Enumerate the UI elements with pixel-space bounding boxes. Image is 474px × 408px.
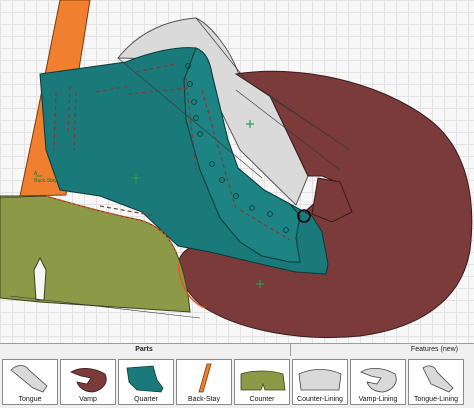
part-quarter[interactable]: Quarter xyxy=(118,359,174,405)
tongue-thumbnail-icon xyxy=(10,365,48,393)
part-vamp-lining[interactable]: Vamp-Lining xyxy=(350,359,406,405)
part-label: Quarter xyxy=(134,396,158,403)
counter-lining-thumbnail-icon xyxy=(298,369,342,391)
tongue-lining-thumbnail-icon xyxy=(422,365,454,393)
part-label: Back-Stay xyxy=(188,396,220,403)
part-label: Counter-Lining xyxy=(297,396,343,403)
shoe-pattern-drawing: Back-Stay A xyxy=(0,0,473,339)
quarter-thumbnail-icon xyxy=(126,365,164,393)
parts-tab[interactable]: Parts xyxy=(0,344,288,356)
part-label: Counter xyxy=(249,396,275,403)
part-tongue-lining[interactable]: Tongue-Lining xyxy=(408,359,464,405)
part-back-stay[interactable]: Back-Stay xyxy=(176,359,232,405)
counter-thumbnail-icon xyxy=(240,370,286,391)
part-label: Tongue-Lining xyxy=(414,396,458,403)
part-counter-lining[interactable]: Counter-Lining xyxy=(292,359,348,405)
back-stay-thumbnail-icon xyxy=(198,363,212,393)
vamp-lining-thumbnail-icon xyxy=(360,368,397,393)
vamp-thumbnail-icon xyxy=(70,368,107,393)
part-vamp[interactable]: Vamp xyxy=(60,359,116,405)
part-counter[interactable]: Counter xyxy=(234,359,290,405)
part-label: Tongue xyxy=(18,396,42,403)
part-tongue[interactable]: Tongue xyxy=(2,359,58,405)
parts-panel: Parts Features (new) Tongue Vamp Quarter… xyxy=(0,343,474,408)
features-tab[interactable]: Features (new) xyxy=(290,344,474,356)
design-canvas[interactable]: Back-Stay A xyxy=(0,0,474,343)
part-label: Vamp-Lining xyxy=(358,396,398,403)
back-stay-canvas-label: Back-Stay xyxy=(34,178,57,184)
parts-list: Tongue Vamp Quarter Back-Stay Counter Co… xyxy=(0,357,474,408)
part-label: Vamp xyxy=(79,396,97,403)
